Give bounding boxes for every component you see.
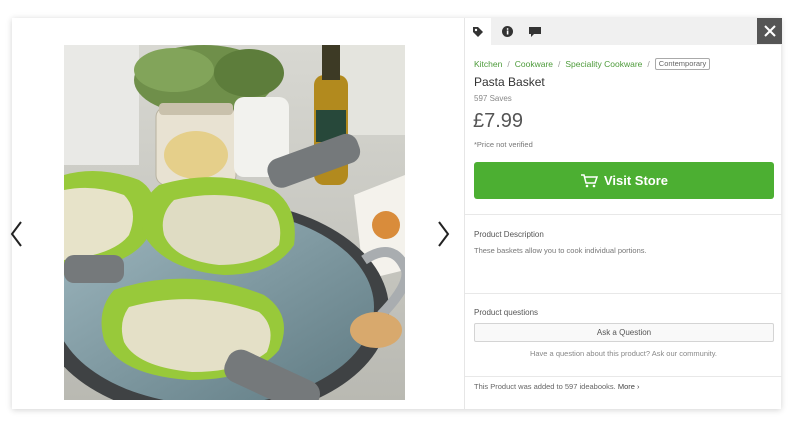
cart-icon [580,173,598,187]
ideabooks-text: This Product was added to 597 ideabooks. [474,382,616,391]
tab-price-tag[interactable] [465,18,491,45]
next-image-button[interactable] [433,214,453,254]
price-tag-icon [473,26,483,37]
breadcrumb-separator: / [558,59,561,69]
ideabooks-info: This Product was added to 597 ideabooks.… [474,382,640,391]
tab-info[interactable] [494,18,520,45]
breadcrumb-speciality-cookware[interactable]: Speciality Cookware [565,59,642,69]
product-title: Pasta Basket [474,75,545,89]
style-tag[interactable]: Contemporary [654,58,711,70]
divider [465,214,782,215]
comment-icon [529,26,541,37]
close-button[interactable] [757,18,782,44]
tab-comments[interactable] [522,18,548,45]
product-modal: Kitchen / Cookware / Speciality Cookware… [10,18,782,409]
product-info-panel: Kitchen / Cookware / Speciality Cookware… [464,18,782,409]
chevron-right-icon [438,221,450,247]
ask-question-button[interactable]: Ask a Question [474,323,774,342]
description-text: These baskets allow you to cook individu… [474,246,647,255]
visit-store-button[interactable]: Visit Store [474,162,774,199]
breadcrumb-separator: / [647,59,650,69]
more-link[interactable]: More › [618,382,640,391]
image-gallery [10,18,464,409]
price-note: *Price not verified [474,140,533,149]
tab-bar [465,18,782,45]
close-icon [763,25,776,37]
breadcrumb-separator: / [507,59,510,69]
prev-image-button[interactable] [8,214,28,254]
divider [465,376,782,377]
visit-store-label: Visit Store [603,173,669,188]
divider [465,293,782,294]
product-photo [64,45,405,400]
breadcrumb: Kitchen / Cookware / Speciality Cookware… [474,58,711,70]
product-price: £7.99 [473,110,524,132]
chevron-left-icon [10,221,22,247]
save-count: 597 Saves [474,94,512,103]
breadcrumb-kitchen[interactable]: Kitchen [474,59,502,69]
questions-heading: Product questions [474,308,539,317]
info-icon [501,26,513,37]
description-heading: Product Description [474,230,544,239]
breadcrumb-cookware[interactable]: Cookware [515,59,553,69]
questions-note: Have a question about this product? Ask … [529,349,718,358]
